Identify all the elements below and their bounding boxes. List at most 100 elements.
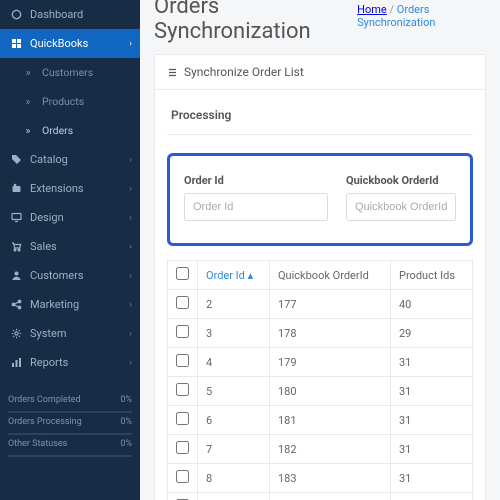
page-title: Orders Synchronization (154, 0, 345, 44)
puzzle-icon (10, 183, 22, 194)
row-checkbox[interactable] (176, 325, 189, 338)
sidebar-sub-orders[interactable]: » Orders (0, 116, 140, 145)
cell-quickbook-orderid: 183 (269, 464, 390, 493)
order-id-input[interactable] (184, 193, 328, 221)
sidebar-item-reports[interactable]: Reports › (0, 348, 140, 377)
cell-product-ids: 31 (391, 348, 473, 377)
th-checkbox (168, 261, 198, 290)
share-icon (10, 299, 22, 310)
sidebar-item-label: Sales (30, 240, 57, 253)
sidebar-item-sales[interactable]: Sales › (0, 232, 140, 261)
cell-order-id: 6 (198, 406, 270, 435)
filter-order-id: Order Id (184, 174, 328, 221)
cell-order-id: 3 (198, 319, 270, 348)
chevron-right-icon: › (129, 242, 132, 252)
sidebar-item-catalog[interactable]: Catalog › (0, 145, 140, 174)
chevron-right-icon: › (129, 300, 132, 310)
stat-label: Other Statuses (8, 439, 67, 449)
row-checkbox[interactable] (176, 412, 189, 425)
th-product-ids[interactable]: Product Ids (391, 261, 473, 290)
sidebar-item-dashboard[interactable]: Dashboard (0, 0, 140, 29)
row-checkbox[interactable] (176, 296, 189, 309)
sidebar-item-system[interactable]: System › (0, 319, 140, 348)
chevron-right-icon: › (129, 271, 132, 281)
row-checkbox[interactable] (176, 354, 189, 367)
row-checkbox[interactable] (176, 383, 189, 396)
sidebar-item-label: Reports (30, 356, 68, 369)
cell-order-id: 7 (198, 435, 270, 464)
sidebar-item-design[interactable]: Design › (0, 203, 140, 232)
stat-value: 0% (120, 395, 132, 405)
chevron-right-icon: › (129, 39, 132, 49)
tab-processing[interactable]: Processing (167, 102, 235, 134)
double-chevron-icon: » (22, 66, 34, 79)
stat-orders-processing: Orders Processing 0% (8, 413, 132, 431)
nav: Dashboard QuickBooks › » Customers » Pro… (0, 0, 140, 377)
breadcrumb: Home / Orders Synchronization (357, 3, 486, 29)
cell-quickbook-orderid: 184 (269, 493, 390, 500)
stat-value: 0% (120, 417, 132, 427)
sidebar-item-marketing[interactable]: Marketing › (0, 290, 140, 319)
table-row: 718231 (168, 435, 473, 464)
th-quickbook-orderid[interactable]: Quickbook OrderId (269, 261, 390, 290)
filter-box: Order Id Quickbook OrderId (167, 153, 473, 246)
qb-order-id-input[interactable] (346, 193, 456, 221)
filter-label-order-id: Order Id (184, 174, 328, 187)
cell-order-id: 9 (198, 493, 270, 500)
table-row: 618131 (168, 406, 473, 435)
sidebar-item-label: Catalog (30, 153, 68, 166)
cell-quickbook-orderid: 177 (269, 290, 390, 319)
cell-product-ids: 29 (391, 319, 473, 348)
cell-product-ids: 31 (391, 435, 473, 464)
dashboard-icon (10, 9, 22, 20)
table-row: 918428 (168, 493, 473, 500)
sidebar-item-quickbooks[interactable]: QuickBooks › (0, 29, 140, 58)
panel: Synchronize Order List Processing Order … (154, 54, 486, 500)
cell-order-id: 8 (198, 464, 270, 493)
sidebar-item-extensions[interactable]: Extensions › (0, 174, 140, 203)
double-chevron-icon: » (22, 124, 34, 137)
th-order-id[interactable]: Order Id ▴ (198, 261, 270, 290)
sidebar-sub-customers[interactable]: » Customers (0, 58, 140, 87)
stat-bar (8, 455, 132, 457)
gear-icon (10, 328, 22, 339)
stat-label: Orders Completed (8, 395, 81, 405)
cell-quickbook-orderid: 181 (269, 406, 390, 435)
tabs: Processing (167, 102, 473, 135)
page-header: Orders Synchronization Home / Orders Syn… (154, 0, 486, 54)
table-row: 217740 (168, 290, 473, 319)
row-checkbox[interactable] (176, 470, 189, 483)
cell-order-id: 4 (198, 348, 270, 377)
table-row: 417931 (168, 348, 473, 377)
tags-icon (10, 154, 22, 165)
panel-body: Processing Order Id Quickbook OrderId (155, 90, 485, 500)
puzzle-icon (10, 38, 22, 49)
stat-orders-completed: Orders Completed 0% (8, 391, 132, 409)
sidebar-item-customers[interactable]: Customers › (0, 261, 140, 290)
sidebar-item-label: Customers (30, 269, 84, 282)
table-row: 317829 (168, 319, 473, 348)
chevron-right-icon: › (129, 213, 132, 223)
sidebar-item-label: Dashboard (30, 8, 83, 21)
cell-product-ids: 28 (391, 493, 473, 500)
cell-quickbook-orderid: 179 (269, 348, 390, 377)
table-row: 818331 (168, 464, 473, 493)
select-all-checkbox[interactable] (176, 267, 189, 280)
orders-table: Order Id ▴ Quickbook OrderId Product Ids… (167, 260, 473, 500)
sidebar-sub-products[interactable]: » Products (0, 87, 140, 116)
cell-product-ids: 31 (391, 406, 473, 435)
sidebar-item-label: Extensions (30, 182, 84, 195)
cell-quickbook-orderid: 178 (269, 319, 390, 348)
cell-product-ids: 31 (391, 464, 473, 493)
sidebar: Dashboard QuickBooks › » Customers » Pro… (0, 0, 140, 500)
chevron-right-icon: › (129, 155, 132, 165)
crumb-home[interactable]: Home (357, 3, 387, 16)
crumb-separator: / (389, 3, 396, 16)
row-checkbox[interactable] (176, 441, 189, 454)
chevron-right-icon: › (129, 329, 132, 339)
main: Orders Synchronization Home / Orders Syn… (140, 0, 500, 500)
list-icon (167, 67, 178, 78)
cell-quickbook-orderid: 180 (269, 377, 390, 406)
cell-quickbook-orderid: 182 (269, 435, 390, 464)
chevron-right-icon: › (129, 184, 132, 194)
